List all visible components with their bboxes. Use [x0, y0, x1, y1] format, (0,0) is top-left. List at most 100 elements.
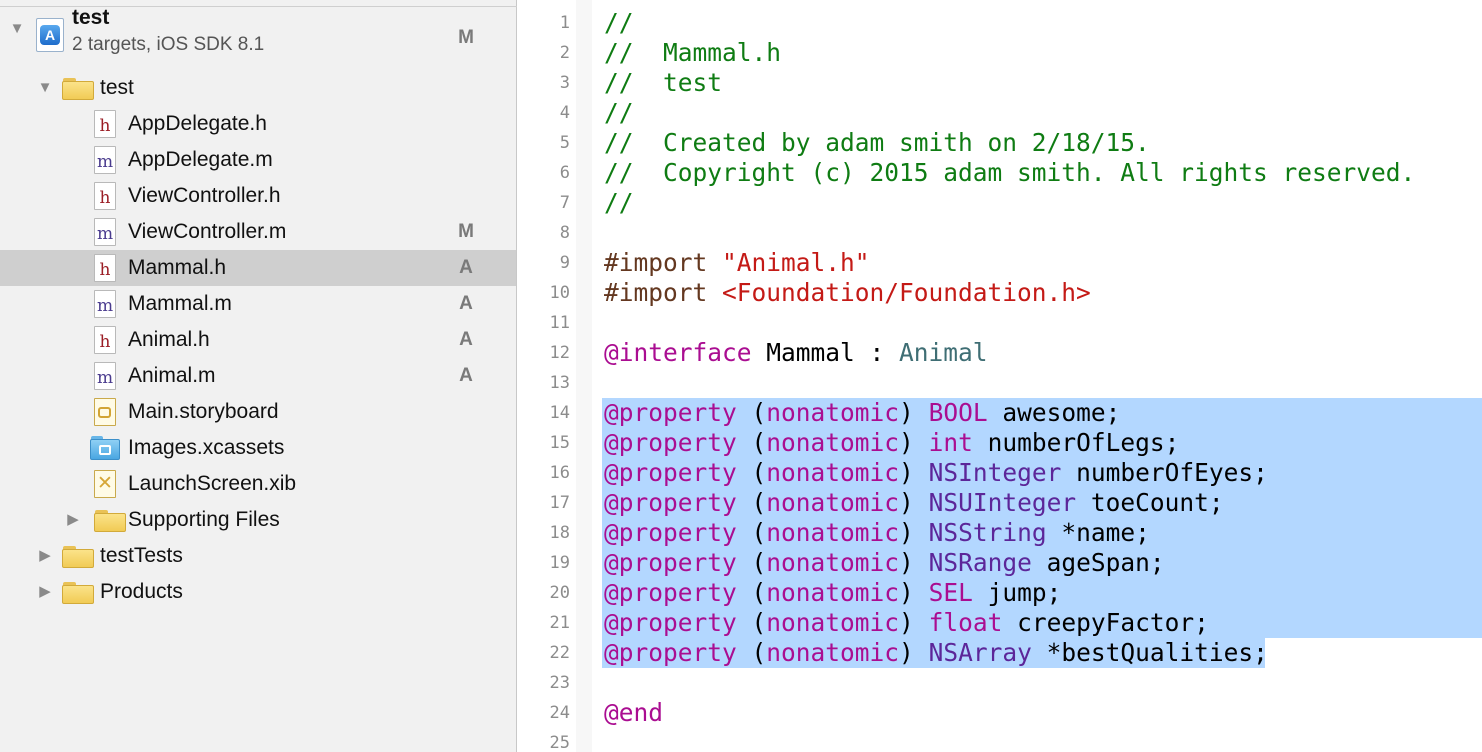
code-token: // Mammal.h — [604, 38, 782, 67]
code-token: *name; — [1046, 518, 1150, 547]
line-number: 4 — [559, 103, 570, 123]
code-token: NSUInteger — [928, 488, 1077, 517]
code-line[interactable]: #import "Animal.h" — [604, 248, 870, 278]
code-token: float — [928, 608, 1003, 637]
code-token: // — [604, 98, 634, 127]
implementation-file-icon: m — [94, 146, 116, 174]
disclosure-collapsed-icon[interactable]: ▶ — [36, 538, 54, 574]
code-token: nonatomic — [766, 578, 900, 607]
code-token: NSInteger — [928, 458, 1062, 487]
code-line[interactable]: // — [604, 8, 634, 38]
code-token: ageSpan; — [1031, 548, 1165, 577]
navigator-item[interactable]: m Mammal.m A — [0, 286, 516, 322]
line-number: 16 — [549, 463, 570, 483]
implementation-file-icon: m — [94, 218, 116, 246]
code-token: @property — [604, 488, 737, 517]
code-line[interactable]: @property (nonatomic) NSInteger numberOf… — [604, 458, 1268, 488]
code-line[interactable]: @property (nonatomic) int numberOfLegs; — [604, 428, 1179, 458]
line-number: 20 — [549, 583, 570, 603]
code-line[interactable]: @property (nonatomic) SEL jump; — [604, 578, 1061, 608]
project-row[interactable]: ▼ A test 2 targets, iOS SDK 8.1 M — [0, 6, 516, 64]
storyboard-icon — [94, 398, 116, 426]
navigator-item[interactable]: h ViewController.h — [0, 178, 516, 214]
gutter-ribbon — [576, 0, 592, 752]
code-token: #import — [604, 248, 723, 277]
code-token: ) — [899, 428, 929, 457]
code-token: SEL — [928, 578, 973, 607]
line-number: 19 — [549, 553, 570, 573]
navigator-item[interactable]: ▼ test — [0, 70, 516, 106]
code-token: ) — [899, 638, 929, 667]
line-number: 3 — [559, 73, 570, 93]
source-control-status: M — [458, 27, 474, 48]
code-token: nonatomic — [766, 608, 900, 637]
code-token: nonatomic — [766, 638, 900, 667]
code-token: ( — [736, 458, 767, 487]
disclosure-expanded-icon[interactable]: ▼ — [8, 11, 26, 47]
code-token: Mammal : — [751, 338, 900, 367]
line-number: 10 — [549, 283, 570, 303]
code-token: nonatomic — [766, 488, 900, 517]
code-token: @property — [604, 638, 737, 667]
code-token: ) — [899, 608, 929, 637]
code-line[interactable]: // — [604, 188, 634, 218]
navigator-item[interactable]: Main.storyboard — [0, 394, 516, 430]
navigator-item[interactable]: h AppDelegate.h — [0, 106, 516, 142]
disclosure-collapsed-icon[interactable]: ▶ — [36, 574, 54, 610]
asset-catalog-icon — [90, 436, 120, 460]
navigator-item[interactable]: Images.xcassets — [0, 430, 516, 466]
code-token: Animal — [899, 338, 988, 367]
navigator-item-label: ViewController.m — [128, 220, 287, 243]
disclosure-collapsed-icon[interactable]: ▶ — [64, 502, 82, 538]
code-line[interactable]: @property (nonatomic) NSArray *bestQuali… — [604, 638, 1268, 668]
code-line[interactable]: // Mammal.h — [604, 38, 781, 68]
line-number: 25 — [549, 733, 570, 752]
navigator-item[interactable]: m ViewController.m M — [0, 214, 516, 250]
code-line[interactable]: @end — [604, 698, 663, 728]
code-token: ( — [736, 608, 767, 637]
code-line[interactable]: // Copyright (c) 2015 adam smith. All ri… — [604, 158, 1415, 188]
disclosure-expanded-icon[interactable]: ▼ — [36, 70, 54, 106]
line-number: 6 — [559, 163, 570, 183]
code-token: ( — [736, 548, 767, 577]
navigator-item[interactable]: h Animal.h A — [0, 322, 516, 358]
code-line[interactable]: @property (nonatomic) NSRange ageSpan; — [604, 548, 1165, 578]
code-token: <Foundation/Foundation.h> — [722, 278, 1091, 307]
line-number: 8 — [559, 223, 570, 243]
code-token: @end — [604, 698, 664, 727]
code-token: nonatomic — [766, 398, 900, 427]
code-token: ) — [899, 398, 929, 427]
navigator-item-label: ViewController.h — [128, 184, 281, 207]
code-token: NSArray — [928, 638, 1032, 667]
folder-icon — [62, 546, 94, 568]
code-line[interactable]: @property (nonatomic) NSUInteger toeCoun… — [604, 488, 1224, 518]
navigator-item[interactable]: ▶ testTests — [0, 538, 516, 574]
code-token: @property — [604, 608, 737, 637]
code-token: ) — [899, 458, 929, 487]
line-number: 21 — [549, 613, 570, 633]
folder-icon — [94, 510, 126, 532]
code-line[interactable]: @property (nonatomic) BOOL awesome; — [604, 398, 1120, 428]
code-token: NSRange — [928, 548, 1032, 577]
code-line[interactable]: #import <Foundation/Foundation.h> — [604, 278, 1091, 308]
source-editor[interactable]: 1 2 3 4 5 6 7 8 9 10 11 12 13 14 15 16 17 18 19 20 21 22 23 24 2… — [518, 0, 1482, 752]
line-number: 12 — [549, 343, 570, 363]
navigator-item[interactable]: h Mammal.h A — [0, 250, 516, 286]
navigator-item[interactable]: m Animal.m A — [0, 358, 516, 394]
code-line[interactable]: @property (nonatomic) float creepyFactor… — [604, 608, 1209, 638]
header-file-icon: h — [94, 110, 116, 138]
navigator-item[interactable]: m AppDelegate.m — [0, 142, 516, 178]
folder-icon — [62, 78, 94, 100]
code-line[interactable]: // — [604, 98, 634, 128]
code-line[interactable]: // Created by adam smith on 2/18/15. — [604, 128, 1150, 158]
code-line[interactable]: // test — [604, 68, 722, 98]
navigator-item-label: test — [100, 76, 134, 99]
code-token: @property — [604, 548, 737, 577]
navigator-item[interactable]: ✕ LaunchScreen.xib — [0, 466, 516, 502]
code-token: ) — [899, 488, 929, 517]
line-number: 11 — [549, 313, 570, 333]
code-line[interactable]: @property (nonatomic) NSString *name; — [604, 518, 1150, 548]
code-line[interactable]: @interface Mammal : Animal — [604, 338, 988, 368]
navigator-item[interactable]: ▶ Products — [0, 574, 516, 610]
navigator-item[interactable]: ▶ Supporting Files — [0, 502, 516, 538]
